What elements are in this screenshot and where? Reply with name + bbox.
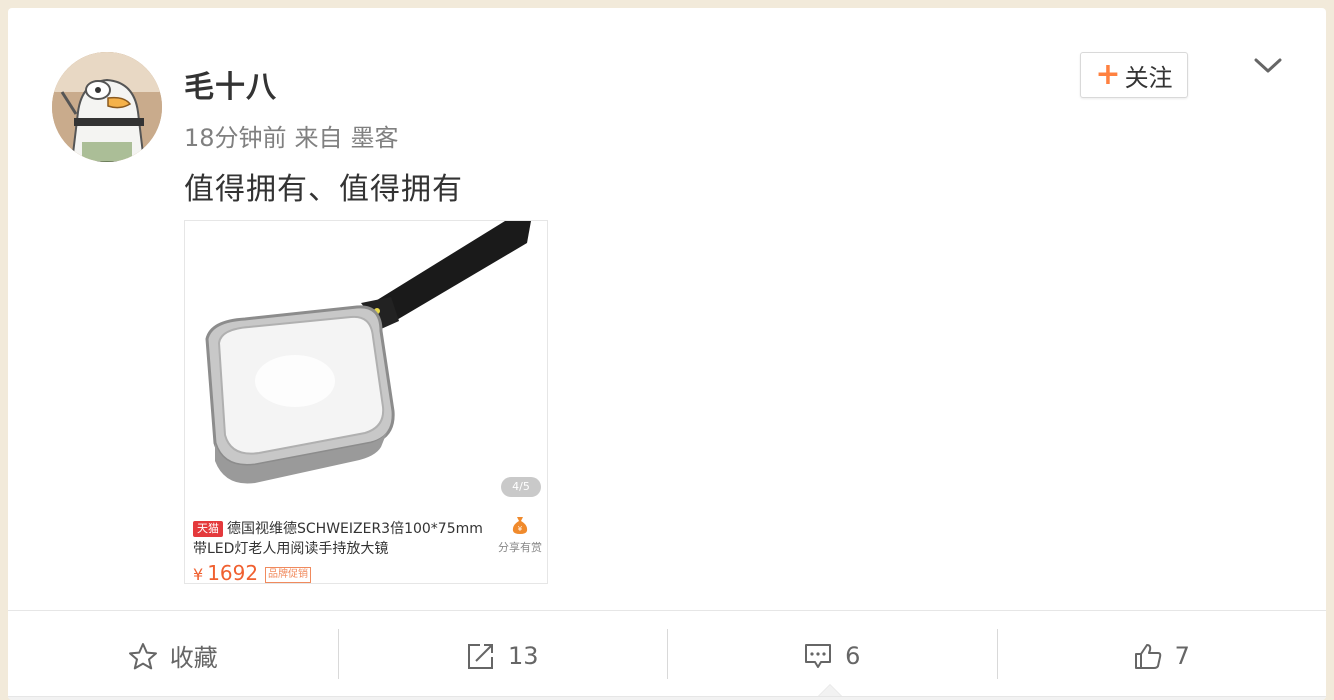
favorite-label: 收藏: [169, 644, 218, 672]
user-avatar[interactable]: [52, 52, 162, 162]
product-title-line1: 德国视维德SCHWEIZER3倍100*75mm: [227, 521, 483, 537]
post-time[interactable]: 18分钟前: [184, 124, 287, 152]
magnifying-glass-product-image: [185, 221, 547, 509]
like-button[interactable]: 7: [996, 611, 1327, 700]
share-reward-button[interactable]: ¥ 分享有赏: [493, 515, 547, 555]
action-bar: 收藏 13 6 7: [8, 611, 1326, 700]
money-bag-icon: ¥: [512, 517, 528, 534]
price-value: 1692: [207, 561, 259, 584]
product-card[interactable]: 4/5 天猫 德国视维德SCHWEIZER3倍100*75mm 带LED灯老人用…: [184, 220, 548, 584]
product-title-line2: 带LED灯老人用阅读手持放大镜: [193, 541, 389, 557]
favorite-button[interactable]: 收藏: [8, 611, 338, 700]
repost-icon: [467, 643, 493, 669]
svg-text:¥: ¥: [518, 525, 523, 533]
star-icon: [128, 642, 157, 669]
plus-icon: +: [1095, 57, 1121, 92]
brand-promo-badge: 品牌促销: [265, 567, 311, 583]
post-source[interactable]: 墨客: [351, 124, 399, 152]
follow-label: 关注: [1124, 63, 1173, 92]
repost-count: 13: [507, 641, 539, 670]
duck-avatar-icon: [52, 52, 162, 162]
repost-button[interactable]: 13: [337, 611, 668, 700]
comment-panel-edge: [8, 696, 1326, 700]
like-count: 7: [1174, 641, 1190, 670]
post-meta: 18分钟前 来自 墨客: [184, 118, 399, 153]
username[interactable]: 毛十八: [184, 62, 277, 106]
product-price: ¥1692: [193, 561, 259, 584]
image-page-indicator: 4/5: [501, 477, 541, 497]
chevron-down-icon: [1254, 58, 1282, 73]
source-prefix: 来自: [294, 124, 343, 152]
comment-icon: [805, 643, 832, 668]
weibo-post-card: 毛十八 18分钟前 来自 墨客 值得拥有、值得拥有 + 关注 4/5 天猫 德国视维…: [8, 8, 1326, 700]
thumbs-up-icon: [1134, 643, 1161, 669]
currency-symbol: ¥: [193, 565, 204, 584]
product-info: 天猫 德国视维德SCHWEIZER3倍100*75mm 带LED灯老人用阅读手持…: [185, 509, 547, 584]
comment-count: 6: [845, 641, 861, 670]
post-menu-toggle[interactable]: [1252, 52, 1284, 80]
tmall-badge: 天猫: [193, 521, 223, 537]
share-reward-label: 分享有赏: [498, 541, 542, 554]
post-text: 值得拥有、值得拥有: [184, 172, 463, 207]
follow-button[interactable]: + 关注: [1080, 52, 1188, 98]
